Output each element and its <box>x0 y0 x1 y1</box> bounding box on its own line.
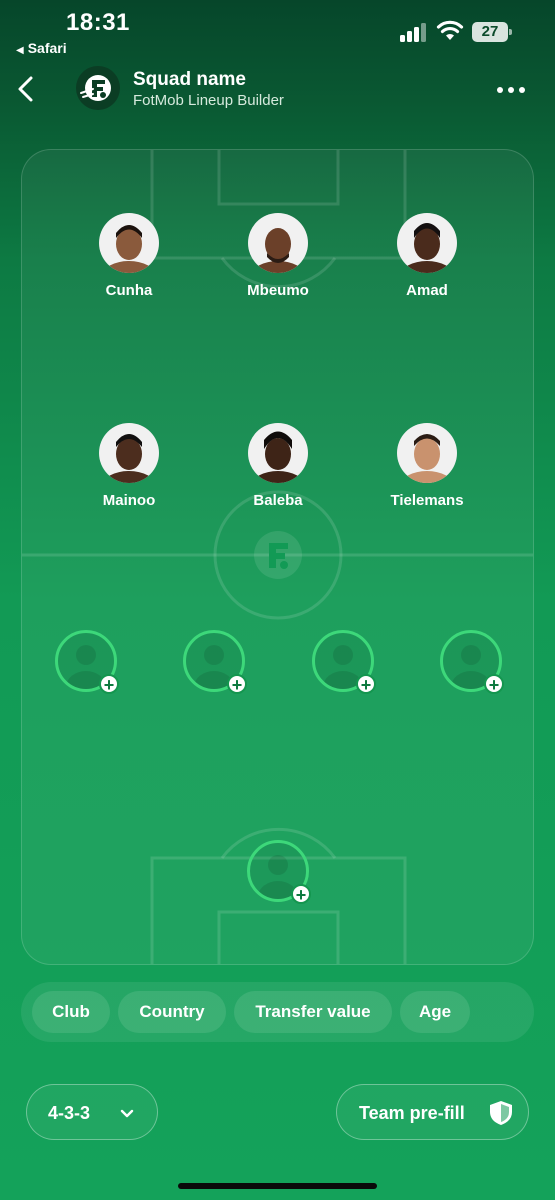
player-card-baleba[interactable]: Baleba <box>218 423 338 509</box>
player-name: Baleba <box>253 492 303 509</box>
status-bar: 18:31 ◀ Safari 27 <box>0 0 555 62</box>
filter-chip-age[interactable]: Age <box>400 991 470 1033</box>
cellular-signal-icon <box>400 22 428 42</box>
add-player-icon[interactable]: + <box>291 884 311 905</box>
add-player-icon[interactable]: + <box>484 674 504 695</box>
wifi-icon <box>436 20 464 40</box>
player-avatar <box>252 228 304 273</box>
player-name: Amad <box>406 282 448 299</box>
player-photo <box>248 213 308 273</box>
player-avatar <box>252 431 304 483</box>
empty-slot-defender-3[interactable]: + <box>312 630 376 695</box>
player-name: Tielemans <box>390 492 464 509</box>
back-to-app-link[interactable]: ◀ Safari <box>16 40 67 56</box>
player-photo <box>99 423 159 483</box>
player-avatar <box>103 434 155 483</box>
battery-level: 27 <box>472 22 508 42</box>
player-card-mbeumo[interactable]: Mbeumo <box>218 213 338 299</box>
app-subtitle: FotMob Lineup Builder <box>133 92 284 109</box>
formation-selector[interactable]: 4-3-3 <box>26 1084 158 1140</box>
player-photo <box>248 423 308 483</box>
player-photo <box>397 423 457 483</box>
player-photo <box>99 213 159 273</box>
header: Squad name FotMob Lineup Builder <box>0 62 555 118</box>
team-prefill-button[interactable]: Team pre-fill <box>336 1084 529 1140</box>
add-player-icon[interactable]: + <box>99 674 119 695</box>
shield-icon <box>490 1101 512 1125</box>
empty-slot-defender-1[interactable]: + <box>55 630 119 695</box>
player-card-amad[interactable]: Amad <box>367 213 487 299</box>
player-card-mainoo[interactable]: Mainoo <box>69 423 189 509</box>
player-name: Cunha <box>105 282 153 299</box>
formation-label: 4-3-3 <box>48 1103 91 1123</box>
player-card-tielemans[interactable]: Tielemans <box>367 423 487 509</box>
filter-chip-transfer-value[interactable]: Transfer value <box>234 991 392 1033</box>
filter-chip-country[interactable]: Country <box>118 991 226 1033</box>
clock: 18:31 <box>66 9 130 36</box>
fotmob-logo-icon <box>76 66 120 110</box>
battery-icon: 27 <box>472 22 512 42</box>
empty-slot-goalkeeper[interactable]: + <box>247 840 311 905</box>
player-avatar <box>401 434 453 483</box>
add-player-icon[interactable]: + <box>227 674 247 695</box>
home-indicator <box>178 1183 377 1189</box>
squad-name-title[interactable]: Squad name <box>133 69 246 91</box>
empty-slot-defender-4[interactable]: + <box>440 630 504 695</box>
player-name: Mbeumo <box>247 282 309 299</box>
player-photo <box>397 213 457 273</box>
back-triangle-icon: ◀ <box>16 45 24 56</box>
filter-chip-club[interactable]: Club <box>32 991 110 1033</box>
empty-slot-defender-2[interactable]: + <box>183 630 247 695</box>
back-app-label: Safari <box>27 40 67 56</box>
player-avatar <box>401 223 453 273</box>
team-prefill-label: Team pre-fill <box>359 1103 465 1123</box>
player-card-cunha[interactable]: Cunha <box>69 213 189 299</box>
chevron-down-icon <box>120 1109 134 1118</box>
pitch: Cunha Mbeumo Amad Mainoo Baleba Tieleman… <box>21 149 534 965</box>
filter-chip-bar: Club Country Transfer value Age <box>21 982 534 1042</box>
player-name: Mainoo <box>102 492 156 509</box>
more-options-icon[interactable] <box>494 80 528 100</box>
add-player-icon[interactable]: + <box>356 674 376 695</box>
player-avatar <box>103 225 155 273</box>
back-arrow-icon[interactable] <box>12 72 42 106</box>
